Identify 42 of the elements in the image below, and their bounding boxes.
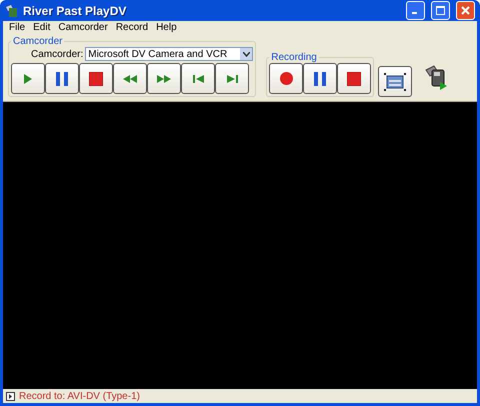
- camcorder-label: Camcorder:: [31, 48, 84, 60]
- app-logo-icon: [5, 4, 19, 18]
- previous-button[interactable]: [181, 63, 215, 94]
- play-button[interactable]: [11, 63, 45, 94]
- close-button[interactable]: [456, 1, 475, 20]
- fast-forward-icon: [157, 74, 171, 82]
- rewind-button[interactable]: [113, 63, 147, 94]
- pause-button[interactable]: [303, 63, 338, 94]
- next-icon: [226, 74, 238, 82]
- menu-item[interactable]: Edit: [29, 22, 54, 33]
- fast-forward-button[interactable]: [147, 63, 181, 94]
- stop-icon: [89, 72, 103, 86]
- menu-item[interactable]: Help: [152, 22, 181, 33]
- pause-icon: [55, 70, 69, 86]
- pause-button[interactable]: [45, 63, 79, 94]
- camcorder-dropdown[interactable]: Microsoft DV Camera and VCR: [85, 47, 254, 61]
- stop-button[interactable]: [79, 63, 113, 94]
- caret-icon: [242, 52, 250, 56]
- camcorder-icon[interactable]: [424, 64, 448, 90]
- minimize-button[interactable]: [406, 1, 425, 20]
- previous-icon: [192, 74, 204, 82]
- menu-item[interactable]: Record: [112, 22, 152, 33]
- stop-icon: [347, 72, 362, 86]
- menu-item[interactable]: File: [5, 22, 30, 33]
- maximize-icon: [436, 6, 445, 15]
- close-icon: [461, 6, 470, 15]
- record-icon: [280, 72, 293, 85]
- record-button[interactable]: [269, 63, 304, 94]
- fullscreen-button[interactable]: [378, 66, 412, 97]
- status-text: Record to: AVI-DV (Type-1): [19, 390, 140, 402]
- rewind-icon: [123, 74, 137, 82]
- menu-item[interactable]: Camcorder: [54, 22, 112, 33]
- maximize-button[interactable]: [431, 1, 450, 20]
- status-icon: [6, 392, 15, 400]
- window-title: River Past PlayDV: [23, 4, 128, 18]
- group-label: Camcorder: [12, 36, 64, 47]
- fullscreen-icon: [384, 72, 406, 90]
- stop-button[interactable]: [337, 63, 372, 94]
- play-icon: [23, 72, 33, 84]
- group-label: Recording: [270, 52, 318, 63]
- next-button[interactable]: [215, 63, 249, 94]
- pause-icon: [313, 70, 328, 86]
